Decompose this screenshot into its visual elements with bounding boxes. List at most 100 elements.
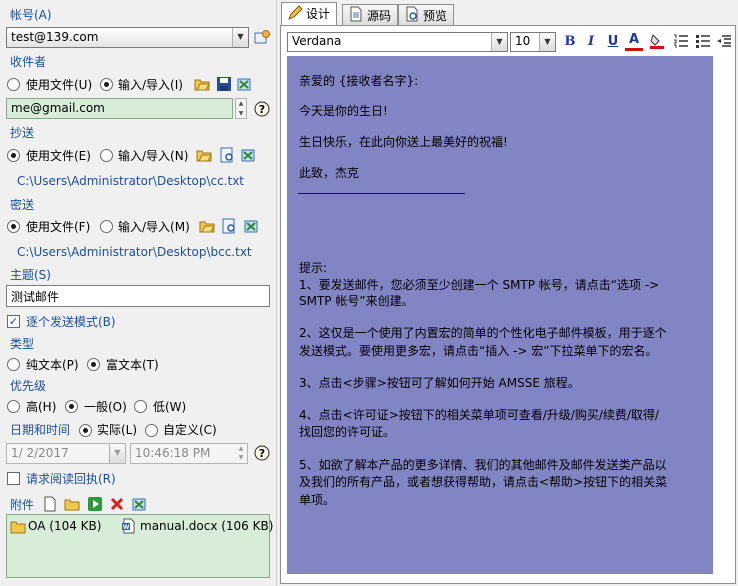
bullet-list-icon[interactable] xyxy=(695,33,711,49)
view-file-icon[interactable] xyxy=(221,218,237,234)
panel-divider[interactable] xyxy=(276,0,277,586)
bcc-file-path: C:\Users\Administrator\Desktop\bcc.txt xyxy=(17,245,252,259)
cc-input-radio[interactable] xyxy=(100,149,113,162)
priority-normal-label: 一般(O) xyxy=(84,400,127,414)
plain-text-label: 纯文本(P) xyxy=(26,358,79,372)
play-icon[interactable] xyxy=(87,496,103,512)
cc-use-file-label: 使用文件(E) xyxy=(26,149,91,163)
recipients-spin[interactable]: ▲ ▼ xyxy=(235,98,247,119)
outdent-icon[interactable] xyxy=(716,33,732,49)
message-editor[interactable]: 亲爱的 {接收者名字}: 今天是你的生日! 生日快乐，在此向你送上最美好的祝福!… xyxy=(287,56,713,574)
highlight-color-icon[interactable] xyxy=(649,33,665,49)
add-file-icon[interactable] xyxy=(42,496,58,512)
recipients-input-radio[interactable] xyxy=(100,78,113,91)
attachment-item[interactable]: manual.docx (106 KB) xyxy=(140,519,273,533)
account-select[interactable]: test@139.com ▼ xyxy=(6,27,249,48)
date-picker[interactable]: 1/ 2/2017 ▼ xyxy=(6,443,126,464)
help-icon[interactable]: ? xyxy=(254,445,270,461)
datetime-custom-label: 自定义(C) xyxy=(163,423,217,437)
account-value: test@139.com xyxy=(11,30,99,44)
editor-hint5a: 5、如欲了解本产品的更多详情、我们的其他邮件及邮件发送类产品以 xyxy=(299,458,667,472)
priority-low-radio[interactable] xyxy=(134,400,147,413)
datetime-actual-radio[interactable] xyxy=(79,424,92,437)
read-receipt-checkbox[interactable] xyxy=(7,472,20,485)
tab-design-label: 设计 xyxy=(306,7,331,21)
editor-line2: 生日快乐，在此向你送上最美好的祝福! xyxy=(299,135,508,149)
recipients-use-file-label: 使用文件(U) xyxy=(26,78,93,92)
attachments-list[interactable]: OA (104 KB) W manual.docx (106 KB) xyxy=(6,514,273,578)
numbered-list-icon[interactable] xyxy=(673,33,689,49)
bcc-input-radio[interactable] xyxy=(100,220,113,233)
tab-preview[interactable]: 预览 xyxy=(398,4,455,25)
italic-button[interactable]: I xyxy=(582,33,600,51)
editor-hint4a: 4、点击<许可证>按钮下的相关菜单项可查看/升级/购买/续费/取得/ xyxy=(299,408,659,422)
open-folder-icon[interactable] xyxy=(194,76,210,92)
editor-line1: 今天是你的生日! xyxy=(299,104,388,118)
tab-preview-label: 预览 xyxy=(423,9,448,23)
font-color-button[interactable]: A xyxy=(625,32,643,51)
attachment-item[interactable]: OA (104 KB) xyxy=(28,519,101,533)
svg-text:?: ? xyxy=(259,103,265,116)
svg-text:W: W xyxy=(123,524,130,531)
bcc-use-file-label: 使用文件(F) xyxy=(26,220,91,234)
account-label: 帐号(A) xyxy=(10,8,52,22)
delete-icon[interactable] xyxy=(109,496,125,512)
priority-high-radio[interactable] xyxy=(7,400,20,413)
datetime-custom-radio[interactable] xyxy=(145,424,158,437)
cc-file-path: C:\Users\Administrator\Desktop\cc.txt xyxy=(17,174,245,188)
time-spin[interactable]: ▲ ▼ xyxy=(235,444,247,463)
one-by-one-checkbox[interactable]: ✓ xyxy=(7,315,20,328)
tab-source[interactable]: 源码 xyxy=(342,4,399,25)
bcc-label: 密送 xyxy=(10,198,35,212)
attachments-label: 附件 xyxy=(10,498,35,512)
editor-hint1b: SMTP 帐号”来创建。 xyxy=(299,294,414,308)
help-icon[interactable]: ? xyxy=(254,101,270,117)
rich-text-radio[interactable] xyxy=(87,358,100,371)
account-settings-icon[interactable] xyxy=(254,29,270,45)
editor-sign: 此致，杰克 xyxy=(299,166,360,180)
clear-icon[interactable] xyxy=(236,76,252,92)
recipients-input[interactable]: me@gmail.com xyxy=(6,98,233,119)
add-folder-icon[interactable] xyxy=(64,496,80,512)
recipients-use-file-radio[interactable] xyxy=(7,78,20,91)
open-folder-icon[interactable] xyxy=(199,218,215,234)
tab-design[interactable]: 设计 xyxy=(281,2,338,25)
subject-input[interactable]: 测试邮件 xyxy=(6,285,270,307)
date-value: 1/ 2/2017 xyxy=(11,446,69,460)
editor-hint5b: 及我们的所有产品，或者想获得帮助，请点击<帮助>按钮下的相关菜 xyxy=(299,475,668,489)
view-file-icon[interactable] xyxy=(219,147,235,163)
tab-source-label: 源码 xyxy=(367,9,392,23)
cc-label: 抄送 xyxy=(10,126,35,140)
font-select[interactable]: Verdana ▼ xyxy=(287,32,508,52)
priority-label: 优先级 xyxy=(10,379,47,393)
clear-icon[interactable] xyxy=(240,147,256,163)
open-folder-icon[interactable] xyxy=(196,147,212,163)
clear-icon[interactable] xyxy=(131,496,147,512)
editor-hint5c: 单项。 xyxy=(299,493,336,507)
datetime-actual-label: 实际(L) xyxy=(97,423,138,437)
read-receipt-label: 请求阅读回执(R) xyxy=(26,472,116,486)
word-doc-icon: W xyxy=(122,518,135,534)
underline-button[interactable]: U xyxy=(604,33,622,51)
editor-hint2b: 发送模式。要使用更多宏，请点击“插入 -> 宏”下拉菜单下的宏名。 xyxy=(299,344,658,358)
recipients-input-label: 输入/导入(I) xyxy=(118,78,183,92)
priority-normal-radio[interactable] xyxy=(65,400,78,413)
rich-text-label: 富文本(T) xyxy=(106,358,159,372)
clear-icon[interactable] xyxy=(243,218,259,234)
folder-icon xyxy=(10,521,26,534)
save-icon[interactable] xyxy=(216,76,232,92)
time-picker[interactable]: 10:46:18 PM xyxy=(130,443,248,464)
priority-low-label: 低(W) xyxy=(153,400,187,414)
plain-text-radio[interactable] xyxy=(7,358,20,371)
signature-line xyxy=(298,193,465,194)
bold-button[interactable]: B xyxy=(561,33,579,51)
one-by-one-label: 逐个发送模式(B) xyxy=(26,315,116,329)
font-size-select[interactable]: 10 ▼ xyxy=(510,32,556,52)
editor-hint1a: 1、要发送邮件，您必须至少创建一个 SMTP 帐号，请点击“选项 -> xyxy=(299,278,660,292)
source-icon xyxy=(350,6,362,22)
cc-use-file-radio[interactable] xyxy=(7,149,20,162)
bcc-use-file-radio[interactable] xyxy=(7,220,20,233)
svg-text:?: ? xyxy=(259,447,265,460)
subject-value: 测试邮件 xyxy=(11,290,60,304)
datetime-label: 日期和时间 xyxy=(10,423,71,437)
